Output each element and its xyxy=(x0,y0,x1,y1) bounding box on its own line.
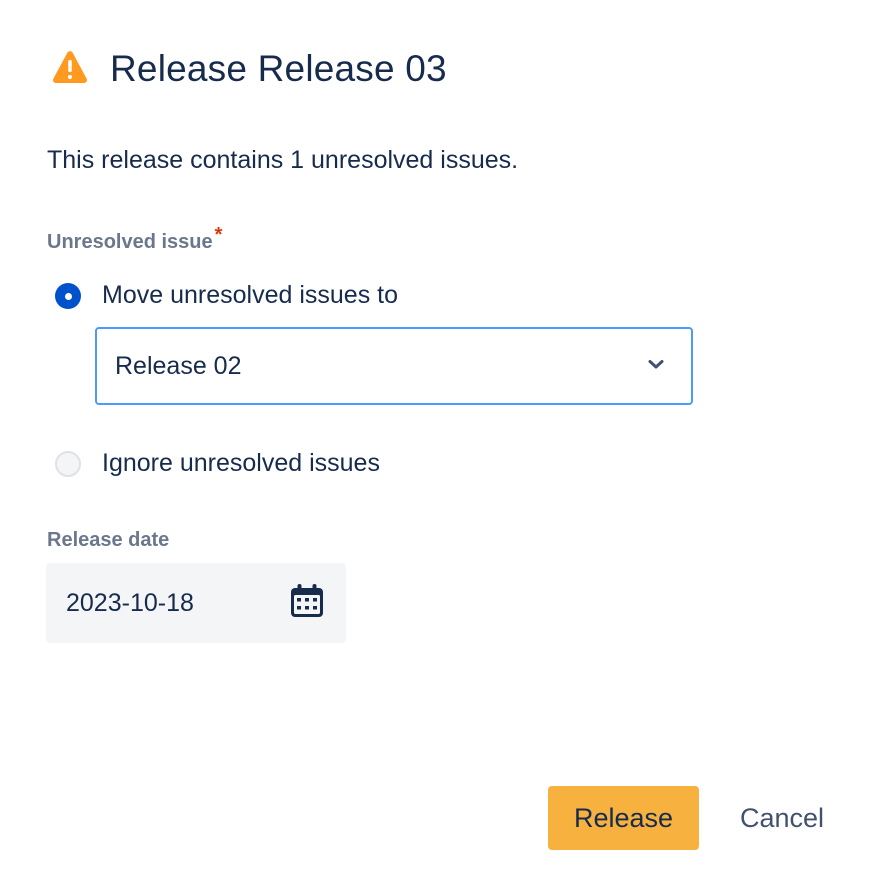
radio-ignore-label: Ignore unresolved issues xyxy=(102,449,380,477)
radio-button-unselected[interactable] xyxy=(55,450,81,477)
radio-ignore-unresolved[interactable]: Ignore unresolved issues xyxy=(55,449,380,478)
target-version-value: Release 02 xyxy=(115,351,242,380)
cancel-button[interactable]: Cancel xyxy=(720,786,844,850)
required-marker: * xyxy=(214,224,223,246)
radio-button-selected[interactable] xyxy=(55,282,81,309)
unresolved-issue-label: Unresolved issue * xyxy=(47,224,222,254)
radio-move-label: Move unresolved issues to xyxy=(102,281,398,309)
release-button[interactable]: Release xyxy=(548,786,699,850)
radio-move-unresolved[interactable]: Move unresolved issues to xyxy=(55,281,398,310)
unresolved-issue-label-text: Unresolved issue xyxy=(47,231,213,253)
dialog-header: Release Release 03 xyxy=(52,48,447,90)
calendar-icon[interactable] xyxy=(288,582,326,625)
chevron-down-icon xyxy=(647,357,665,375)
warning-icon xyxy=(52,50,88,89)
release-date-label: Release date xyxy=(47,529,170,551)
release-date-value: 2023-10-18 xyxy=(66,588,194,617)
release-description: This release contains 1 unresolved issue… xyxy=(47,146,519,174)
target-version-select[interactable]: Release 02 xyxy=(95,327,693,405)
dialog-title: Release Release 03 xyxy=(110,48,447,89)
release-dialog: Release Release 03 This release contains… xyxy=(0,0,896,896)
release-date-field[interactable]: 2023-10-18 xyxy=(46,563,346,643)
